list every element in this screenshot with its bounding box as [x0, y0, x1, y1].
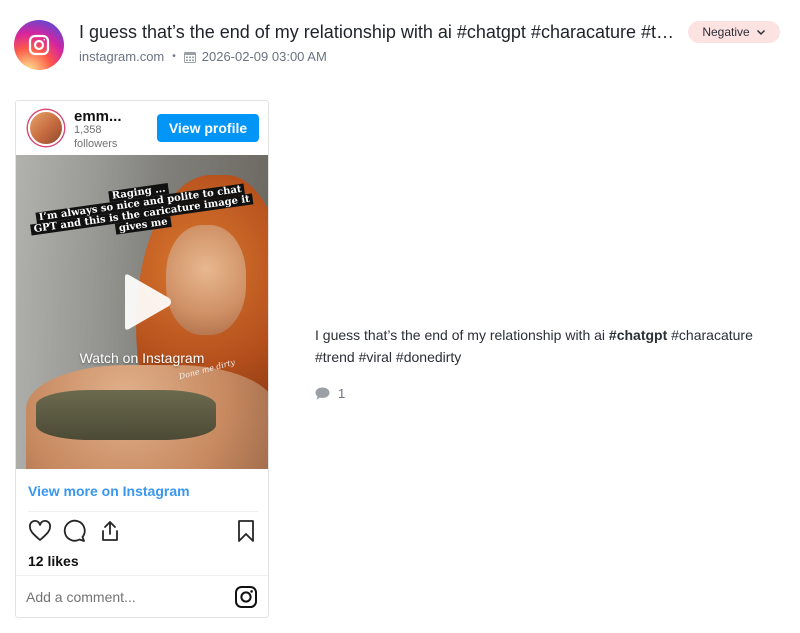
view-more-link[interactable]: View more on Instagram	[28, 483, 190, 499]
comment-icon[interactable]	[62, 519, 86, 543]
instagram-source-icon	[14, 20, 64, 70]
post-text-main: I guess that’s the end of my relationshi…	[315, 327, 609, 343]
video-thumbnail[interactable]: Raging ... I’m always so nice and polite…	[16, 155, 268, 469]
comment-count: 1	[338, 386, 346, 401]
chevron-down-icon	[756, 29, 765, 36]
source-domain[interactable]: instagram.com	[79, 48, 164, 66]
action-bar	[28, 519, 258, 547]
follower-count: 1,358 followers	[74, 124, 118, 150]
media-figure-top	[36, 390, 216, 440]
view-profile-button[interactable]: View profile	[157, 114, 259, 142]
meta-separator: •	[172, 51, 176, 62]
heart-icon[interactable]	[28, 519, 52, 543]
instagram-icon[interactable]	[234, 585, 258, 609]
post-title[interactable]: I guess that’s the end of my relationshi…	[79, 20, 679, 44]
bookmark-icon[interactable]	[234, 519, 258, 543]
hashtag-highlight[interactable]: #chatgpt	[609, 327, 667, 343]
sentiment-label: Negative	[702, 25, 750, 39]
speech-bubble-icon	[315, 387, 330, 400]
like-count: 12 likes	[28, 553, 79, 569]
embed-header: emm... 1,358 followers View profile	[16, 101, 268, 155]
play-icon[interactable]	[113, 271, 175, 333]
comment-input[interactable]	[26, 586, 226, 608]
post-timestamp: 2026-02-09 03:00 AM	[201, 49, 327, 64]
divider	[28, 511, 258, 512]
watch-on-instagram-label[interactable]: Watch on Instagram	[16, 350, 268, 366]
calendar-icon	[183, 52, 196, 63]
media-figure-face	[166, 225, 246, 335]
comment-box	[16, 575, 268, 617]
avatar[interactable]	[28, 110, 64, 146]
share-icon[interactable]	[98, 519, 122, 543]
post-text: I guess that’s the end of my relationshi…	[315, 324, 775, 368]
sentiment-dropdown[interactable]: Negative	[688, 21, 780, 43]
post-meta: instagram.com • 2026-02-09 03:00 AM	[79, 48, 327, 66]
comments-stat[interactable]: 1	[315, 386, 345, 401]
instagram-embed: emm... 1,358 followers View profile Ragi…	[15, 100, 269, 618]
